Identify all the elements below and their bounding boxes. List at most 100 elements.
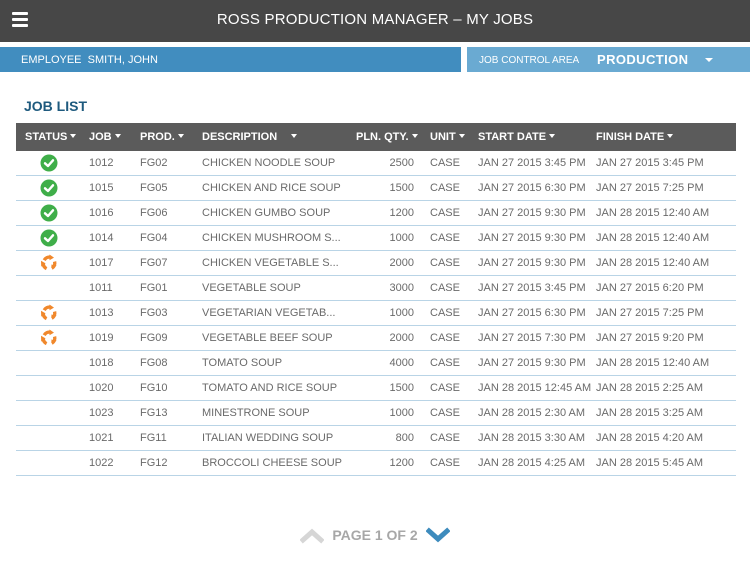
product-code: FG09 (132, 325, 194, 351)
product-code: FG01 (132, 275, 194, 301)
planned-qty: 1200 (350, 200, 424, 226)
product-code: FG07 (132, 250, 194, 276)
planned-qty: 1000 (350, 225, 424, 251)
check-circle-icon (40, 229, 57, 247)
table-row[interactable]: 1013 FG03 VEGETARIAN VEGETAB... 1000 CASE JAN… (16, 300, 736, 326)
job-control-area-value: PRODUCTION (597, 52, 689, 67)
sort-caret-icon (291, 134, 298, 139)
check-circle-icon (40, 204, 57, 222)
planned-qty: 800 (350, 425, 424, 451)
sort-caret-icon (177, 134, 184, 139)
top-app-bar: ROSS PRODUCTION MANAGER – MY JOBS (0, 0, 750, 42)
table-row[interactable]: 1017 FG07 CHICKEN VEGETABLE S... 2000 CASE JA… (16, 250, 736, 276)
pagination: PAGE 1 OF 2 (0, 526, 750, 549)
job-control-area-dropdown[interactable]: JOB CONTROL AREA PRODUCTION (467, 47, 750, 72)
chevron-down-icon (425, 527, 451, 543)
column-header-planned-qty[interactable]: PLN. QTY. (350, 123, 424, 151)
table-row[interactable]: 1011 FG01 VEGETABLE SOUP 3000 CASE JAN 27 201… (16, 275, 736, 301)
chevron-up-icon (299, 528, 325, 544)
product-code: FG08 (132, 350, 194, 376)
column-header-prod[interactable]: PROD. (132, 123, 194, 151)
job-number: 1012 (81, 151, 132, 176)
finish-date: JAN 28 2015 5:45 AM (594, 450, 736, 476)
description: CHICKEN VEGETABLE S... (194, 250, 350, 276)
table-row[interactable]: 1022 FG12 BROCCOLI CHEESE SOUP 1200 CASE JAN … (16, 450, 736, 476)
table-row[interactable]: 1019 FG09 VEGETABLE BEEF SOUP 2000 CASE JAN 2… (16, 325, 736, 351)
planned-qty: 1000 (350, 300, 424, 326)
planned-qty: 2500 (350, 151, 424, 176)
description: MINESTRONE SOUP (194, 400, 350, 426)
description: CHICKEN NOODLE SOUP (194, 151, 350, 176)
start-date: JAN 27 2015 3:45 PM (476, 151, 594, 176)
description: CHICKEN MUSHROOM S... (194, 225, 350, 251)
sort-caret-icon (411, 134, 418, 139)
status-cell (16, 400, 81, 426)
unit: CASE (424, 350, 476, 376)
planned-qty: 2000 (350, 325, 424, 351)
table-row[interactable]: 1016 FG06 CHICKEN GUMBO SOUP 1200 CASE JAN 27… (16, 200, 736, 226)
finish-date: JAN 27 2015 7:25 PM (594, 300, 736, 326)
employee-name: SMITH, JOHN (87, 54, 158, 66)
unit: CASE (424, 151, 476, 176)
job-number: 1020 (81, 375, 132, 401)
column-header-start-date[interactable]: START DATE (476, 123, 594, 151)
unit: CASE (424, 450, 476, 476)
check-circle-icon (40, 179, 57, 197)
product-code: FG06 (132, 200, 194, 226)
planned-qty: 2000 (350, 250, 424, 276)
job-number: 1014 (81, 225, 132, 251)
start-date: JAN 28 2015 2:30 AM (476, 400, 594, 426)
job-list-title: JOB LIST (24, 98, 88, 114)
job-list-table: STATUS JOB PROD. DESCRIPTION PLN. QTY. U… (16, 123, 736, 476)
job-number: 1015 (81, 175, 132, 201)
description: TOMATO AND RICE SOUP (194, 375, 350, 401)
table-header-row: STATUS JOB PROD. DESCRIPTION PLN. QTY. U… (16, 123, 736, 151)
unit: CASE (424, 250, 476, 276)
app-title: ROSS PRODUCTION MANAGER – MY JOBS (216, 11, 534, 28)
column-header-job[interactable]: JOB (81, 123, 132, 151)
sort-caret-icon (549, 134, 556, 139)
finish-date: JAN 27 2015 3:45 PM (594, 151, 736, 176)
page-indicator: PAGE 1 OF 2 (332, 527, 418, 543)
product-code: FG02 (132, 151, 194, 176)
status-cell (16, 325, 81, 351)
table-row[interactable]: 1015 FG05 CHICKEN AND RICE SOUP 1500 CASE JAN… (16, 175, 736, 201)
description: CHICKEN GUMBO SOUP (194, 200, 350, 226)
job-number: 1016 (81, 200, 132, 226)
column-header-status[interactable]: STATUS (16, 123, 81, 151)
product-code: FG11 (132, 425, 194, 451)
table-row[interactable]: 1020 FG10 TOMATO AND RICE SOUP 1500 CASE JAN … (16, 375, 736, 401)
planned-qty: 1500 (350, 175, 424, 201)
finish-date: JAN 27 2015 9:20 PM (594, 325, 736, 351)
in-progress-cycle-icon (40, 304, 57, 321)
start-date: JAN 28 2015 4:25 AM (476, 450, 594, 476)
unit: CASE (424, 175, 476, 201)
description: VEGETABLE SOUP (194, 275, 350, 301)
column-header-finish-date[interactable]: FINISH DATE (594, 123, 736, 151)
finish-date: JAN 28 2015 12:40 AM (594, 250, 736, 276)
table-row[interactable]: 1023 FG13 MINESTRONE SOUP 1000 CASE JAN 28 20… (16, 400, 736, 426)
planned-qty: 4000 (350, 350, 424, 376)
table-row[interactable]: 1021 FG11 ITALIAN WEDDING SOUP 800 CASE JAN 2… (16, 425, 736, 451)
previous-page-button[interactable] (299, 526, 325, 544)
planned-qty: 1200 (350, 450, 424, 476)
finish-date: JAN 28 2015 4:20 AM (594, 425, 736, 451)
start-date: JAN 28 2015 12:45 AM (476, 375, 594, 401)
status-cell (16, 275, 81, 301)
status-cell (16, 300, 81, 326)
planned-qty: 1500 (350, 375, 424, 401)
table-row[interactable]: 1018 FG08 TOMATO SOUP 4000 CASE JAN 27 2015 9… (16, 350, 736, 376)
job-number: 1019 (81, 325, 132, 351)
column-header-description[interactable]: DESCRIPTION (194, 123, 350, 151)
table-row[interactable]: 1014 FG04 CHICKEN MUSHROOM S... 1000 CASE JAN… (16, 225, 736, 251)
column-header-unit[interactable]: UNIT (424, 123, 476, 151)
table-row[interactable]: 1012 FG02 CHICKEN NOODLE SOUP 2500 CASE JAN 2… (16, 151, 736, 176)
status-cell (16, 425, 81, 451)
job-number: 1022 (81, 450, 132, 476)
product-code: FG03 (132, 300, 194, 326)
unit: CASE (424, 225, 476, 251)
description: VEGETABLE BEEF SOUP (194, 325, 350, 351)
start-date: JAN 28 2015 3:30 AM (476, 425, 594, 451)
product-code: FG12 (132, 450, 194, 476)
next-page-button[interactable] (425, 526, 451, 544)
